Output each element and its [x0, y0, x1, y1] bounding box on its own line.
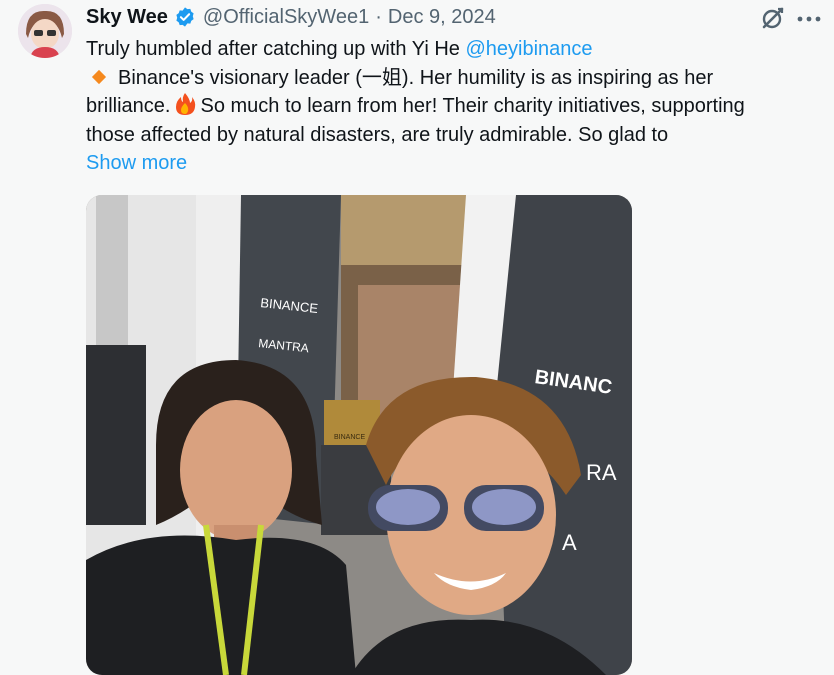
photo-illustration: BINANCE MANTRA BINANCE BINANC RA A — [86, 195, 632, 675]
tweet-header: Sky Wee @OfficialSkyWee1 · Dec 9, 2024 — [86, 4, 496, 30]
mention-link[interactable]: @heyibinance — [465, 38, 592, 60]
tweet-text: Truly humbled after catching up with Yi … — [86, 35, 816, 149]
more-icon[interactable] — [796, 12, 822, 24]
avatar[interactable] — [18, 4, 72, 58]
tweet-text-line1: Truly humbled after catching up with Yi … — [86, 38, 466, 60]
tweet-text-line4: those affected by natural disasters, are… — [86, 123, 669, 146]
sign-ra: RA — [586, 460, 617, 485]
verified-badge-icon — [174, 6, 196, 28]
avatar-image — [18, 4, 72, 58]
tweet-photo[interactable]: BINANCE MANTRA BINANCE BINANC RA A — [86, 195, 632, 675]
separator: · — [375, 5, 382, 28]
author-handle[interactable]: @OfficialSkyWee1 — [203, 6, 369, 29]
tweet-date[interactable]: Dec 9, 2024 — [388, 6, 496, 29]
tweet-text-line2: Binance's visionary leader (一姐). Her hum… — [118, 66, 714, 89]
tweet-text-line3a: brilliance. — [86, 95, 171, 118]
grok-icon[interactable] — [760, 5, 786, 31]
fire-emoji-icon — [174, 92, 196, 116]
orange-diamond-icon — [91, 69, 107, 84]
tweet-text-line3b: So much to learn from her! Their charity… — [200, 95, 745, 118]
show-more-link[interactable]: Show more — [86, 149, 187, 177]
sign-a: A — [562, 530, 577, 555]
author-name[interactable]: Sky Wee — [86, 6, 168, 29]
binance-sign-2: BINANCE — [334, 434, 365, 441]
